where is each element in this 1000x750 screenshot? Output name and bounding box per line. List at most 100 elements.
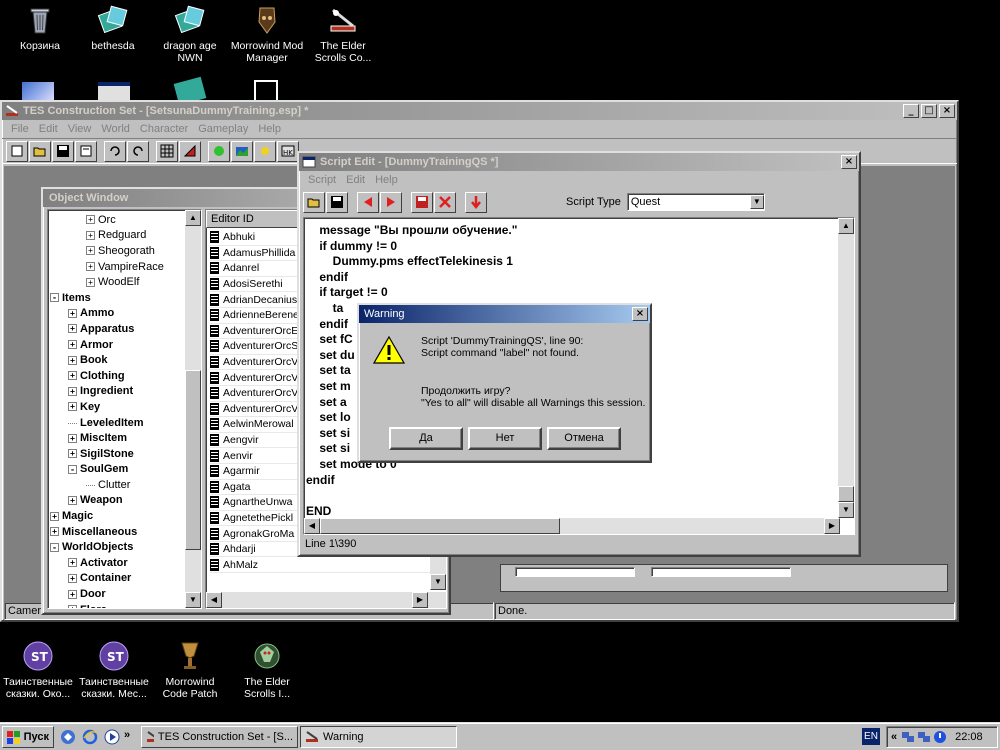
expand-icon[interactable]: + [50,511,59,521]
scroll-down-button[interactable]: ▼ [838,502,854,518]
tree-node[interactable]: + Ingredient [50,384,183,400]
close-button[interactable]: × [632,307,648,321]
desktop-icon-partial[interactable] [254,80,278,102]
main-title-bar[interactable]: TES Construction Set - [SetsunaDummyTrai… [2,102,957,120]
desktop-icon-bethesda[interactable]: bethesda [75,4,151,52]
grid-icon[interactable] [156,140,178,162]
desktop-icon-mystery-tales-2[interactable]: ST Таинственные сказки. Мес... [76,640,152,700]
sun-icon[interactable] [254,140,276,162]
desktop-icon-morrowind-mod-manager[interactable]: Morrowind Mod Manager [229,4,305,64]
desktop-icon-elder-scrolls[interactable]: The Elder Scrolls I... [229,640,305,700]
menu-edit[interactable]: Edit [34,123,63,135]
havok-icon[interactable]: HK [277,140,299,162]
next-script-icon[interactable] [380,191,402,213]
task-construction-set[interactable]: TES Construction Set - [S... [141,726,298,748]
warning-title-bar[interactable]: Warning × [359,305,650,323]
expand-icon[interactable]: + [68,355,77,365]
h-scroll-thumb[interactable] [320,518,560,534]
desktop-icon-recycle-bin[interactable]: Корзина [2,4,78,52]
data-files-icon[interactable] [6,140,28,162]
tree-node[interactable]: + WoodElf [50,274,183,290]
task-warning[interactable]: Warning [300,726,457,748]
previous-script-icon[interactable] [357,191,379,213]
tree-node[interactable]: + Weapon [50,493,183,509]
expand-icon[interactable]: + [68,573,77,583]
scroll-right-button[interactable]: ▶ [412,592,428,608]
landscape-icon[interactable] [231,140,253,162]
scroll-up-button[interactable]: ▲ [185,210,201,226]
menu-file[interactable]: File [6,123,34,135]
yes-button[interactable]: Да [389,427,463,450]
object-tree[interactable]: + Orc + Redguard + Sheogorath + VampireRace + Woo… [47,209,202,609]
desktop-icon-partial[interactable] [22,82,54,102]
quicklaunch-more-icon[interactable]: » [124,729,130,741]
cancel-button[interactable]: Отмена [547,427,621,450]
expand-icon[interactable]: + [68,495,77,505]
tree-node[interactable]: + Magic [50,508,183,524]
tray-expand-icon[interactable]: « [891,731,897,743]
language-indicator[interactable]: EN [862,728,880,745]
expand-icon[interactable]: + [68,589,77,599]
tree-node[interactable]: Clutter [50,477,183,493]
tree-node[interactable]: + Orc [50,212,183,228]
script-type-select[interactable]: Quest ▼ [626,193,765,211]
save-script-icon[interactable] [411,191,433,213]
render-icon[interactable] [208,140,230,162]
tree-node[interactable]: + Armor [50,337,183,353]
scroll-down-button[interactable]: ▼ [185,592,201,608]
expand-icon[interactable]: + [68,386,77,396]
tree-node[interactable]: + Miscellaneous [50,524,183,540]
tree-node[interactable]: + Activator [50,555,183,571]
menu-gameplay[interactable]: Gameplay [193,123,253,135]
maximize-button[interactable]: □ [921,104,937,118]
tree-node[interactable]: - Items [50,290,183,306]
list-hscrollbar[interactable]: ◀ ▶ [206,592,446,608]
collapse-icon[interactable]: - [50,293,59,303]
scroll-right-button[interactable]: ▶ [824,518,840,534]
start-button[interactable]: Пуск [2,726,54,748]
tree-node[interactable]: + Sheogorath [50,243,183,259]
open-folder-icon[interactable] [29,140,51,162]
tree-node[interactable]: - SoulGem [50,462,183,478]
tree-node[interactable]: + Apparatus [50,321,183,337]
tree-node[interactable]: + Container [50,571,183,587]
tree-node[interactable]: +Flora [50,602,183,608]
menu-help[interactable]: Help [370,174,403,186]
expand-icon[interactable]: + [86,262,95,272]
list-item[interactable]: AhMalz [210,557,430,574]
collapse-icon[interactable]: - [50,542,59,552]
no-button[interactable]: Нет [468,427,542,450]
expand-icon[interactable]: + [86,246,95,256]
angle-icon[interactable] [179,140,201,162]
delete-icon[interactable] [434,191,456,213]
script-edit-title-bar[interactable]: Script Edit - [DummyTrainingQS *] × [299,153,859,171]
expand-icon[interactable]: + [68,449,77,459]
show-desktop-icon[interactable] [60,729,76,745]
expand-icon[interactable]: + [68,558,77,568]
desktop-icon-mystery-tales-1[interactable]: ST Таинственные сказки. Око... [0,640,76,700]
scroll-left-button[interactable]: ◀ [304,518,320,534]
tree-node[interactable]: + SigilStone [50,446,183,462]
tree-node[interactable]: + Key [50,399,183,415]
menu-edit[interactable]: Edit [341,174,370,186]
expand-icon[interactable]: + [86,215,95,225]
expand-icon[interactable]: + [68,371,77,381]
menu-help[interactable]: Help [253,123,286,135]
expand-icon[interactable]: + [86,230,95,240]
scroll-up-button[interactable]: ▲ [838,218,854,234]
menu-character[interactable]: Character [135,123,193,135]
save-icon[interactable] [52,140,74,162]
tree-node[interactable]: + Door [50,586,183,602]
expand-icon[interactable]: + [68,402,77,412]
warning-dialog[interactable]: Warning × Script 'DummyTrainingQS', line… [357,303,652,463]
expand-icon[interactable]: + [86,277,95,287]
close-button[interactable]: × [841,155,857,169]
compile-arrow-icon[interactable] [465,191,487,213]
undo-icon[interactable] [104,140,126,162]
desktop-icon-morrowind-code-patch[interactable]: Morrowind Code Patch [152,640,228,700]
scroll-thumb[interactable] [838,486,854,502]
menu-script[interactable]: Script [303,174,341,186]
scroll-down-button[interactable]: ▼ [430,574,446,590]
tree-node[interactable]: + Redguard [50,228,183,244]
tree-node[interactable]: + Clothing [50,368,183,384]
